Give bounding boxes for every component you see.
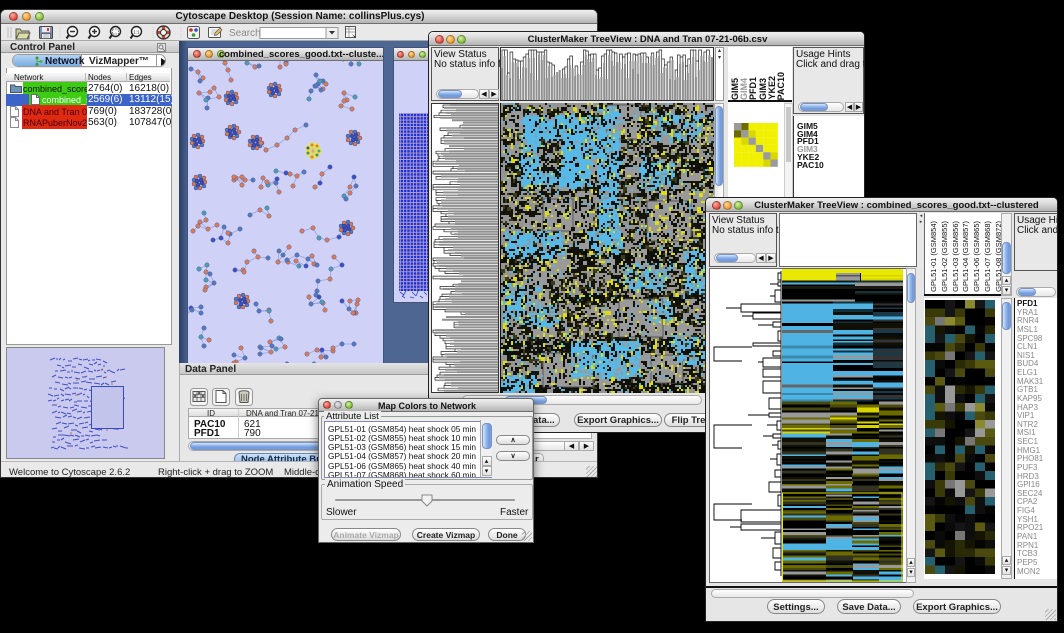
svg-text:Search:: Search: (229, 28, 263, 39)
svg-text:1:1: 1:1 (133, 30, 140, 35)
